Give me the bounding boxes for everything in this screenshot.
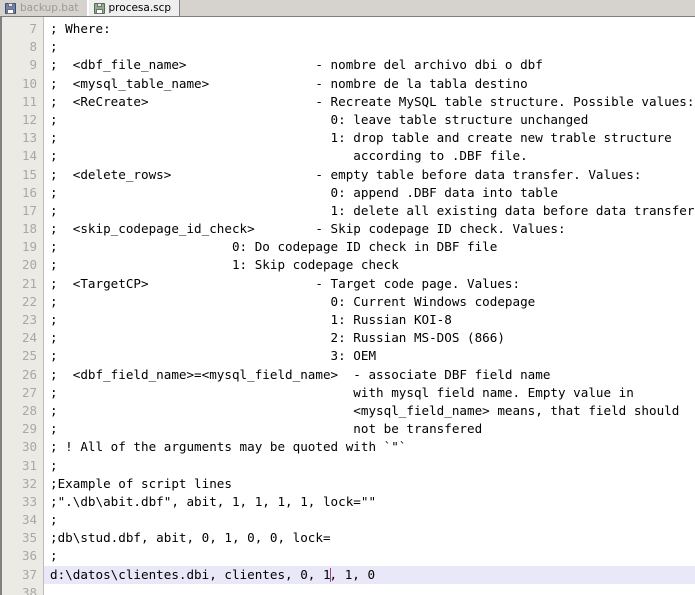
code-line[interactable]: ; Where: bbox=[50, 20, 695, 38]
code-line[interactable]: ; 3: OEM bbox=[50, 347, 695, 365]
code-editor-area[interactable]: 7 8 9 10 11 12 13 14 15 16 17 18 19 20 21 22 23 24 25 26 27 2… bbox=[0, 17, 695, 595]
line-number: 25 bbox=[21, 348, 37, 364]
code-line[interactable]: ; <mysql_table_name> - nombre de la tabl… bbox=[50, 75, 695, 93]
code-line[interactable]: ; <dbf_file_name> - nombre del archivo d… bbox=[50, 56, 695, 74]
line-number: 10 bbox=[21, 75, 37, 91]
line-number: 14 bbox=[21, 148, 37, 164]
line-number: 23 bbox=[21, 312, 37, 327]
line-number: 19 bbox=[21, 239, 37, 255]
line-number: 29 bbox=[21, 421, 37, 437]
line-number: 38 bbox=[21, 584, 37, 595]
tab-procesa-scp[interactable]: procesa.scp bbox=[87, 0, 181, 16]
code-line[interactable]: ; bbox=[50, 38, 695, 56]
line-number: 13 bbox=[21, 130, 37, 146]
line-number: 20 bbox=[21, 257, 37, 273]
code-text-pane[interactable]: ; Where:;; <dbf_file_name> - nombre del … bbox=[44, 17, 695, 595]
line-number: 8 bbox=[29, 39, 37, 55]
document-tab-bar: backup.bat procesa.scp bbox=[0, 0, 695, 17]
code-line[interactable]: ;Example of script lines bbox=[50, 475, 695, 493]
line-number: 12 bbox=[21, 111, 37, 127]
code-line-current[interactable]: d:\datos\clientes.dbi, clientes, 0, 1, 1… bbox=[44, 565, 695, 584]
code-line[interactable]: ; 1: drop table and create new trable st… bbox=[50, 129, 695, 147]
code-line[interactable]: ; bbox=[50, 457, 695, 475]
code-line[interactable]: ; ! All of the arguments may be quoted w… bbox=[50, 438, 695, 456]
line-number: 9 bbox=[29, 57, 37, 73]
line-number: 16 bbox=[21, 184, 37, 200]
floppy-disk-icon bbox=[5, 2, 16, 14]
line-number: 7 bbox=[29, 21, 37, 36]
tab-label: backup.bat bbox=[20, 2, 79, 14]
line-number: 26 bbox=[21, 366, 37, 382]
line-number: 31 bbox=[21, 457, 37, 473]
code-line[interactable]: ; 0: Current Windows codepage bbox=[50, 293, 695, 311]
code-line[interactable]: ; not be transfered bbox=[50, 420, 695, 438]
line-number: 17 bbox=[21, 202, 37, 218]
line-number: 36 bbox=[21, 548, 37, 564]
code-line[interactable]: ; 1: delete all existing data before dat… bbox=[50, 202, 695, 220]
code-line[interactable]: ;".\db\abit.dbf", abit, 1, 1, 1, 1, lock… bbox=[50, 493, 695, 511]
line-number: 33 bbox=[21, 493, 37, 509]
line-number: 37 bbox=[21, 566, 37, 582]
tab-label: procesa.scp bbox=[108, 2, 172, 14]
code-line[interactable]: ; <skip_codepage_id_check> - Skip codepa… bbox=[50, 220, 695, 238]
code-line[interactable]: ; <dbf_field_name>=<mysql_field_name> - … bbox=[50, 366, 695, 384]
line-number: 34 bbox=[21, 512, 37, 528]
code-line[interactable]: ; 2: Russian MS-DOS (866) bbox=[50, 329, 695, 347]
code-line[interactable]: ; <ReCreate> - Recreate MySQL table stru… bbox=[50, 93, 695, 111]
line-number: 22 bbox=[21, 293, 37, 309]
code-line[interactable]: ; 1: Skip codepage check bbox=[50, 256, 695, 274]
code-line[interactable]: ; with mysql field name. Empty value in bbox=[50, 384, 695, 402]
code-line[interactable]: ; 0: append .DBF data into table bbox=[50, 184, 695, 202]
code-line[interactable]: ; bbox=[50, 547, 695, 565]
text-editor-window: backup.bat procesa.scp 7 8 9 10 11 12 13 14 15 16… bbox=[0, 0, 695, 595]
tab-bar-filler bbox=[180, 0, 695, 16]
line-number-gutter: 7 8 9 10 11 12 13 14 15 16 17 18 19 20 21 22 23 24 25 26 27 2… bbox=[0, 17, 44, 595]
code-line[interactable]: ; <delete_rows> - empty table before dat… bbox=[50, 166, 695, 184]
code-line[interactable]: ; 0: Do codepage ID check in DBF file bbox=[50, 238, 695, 256]
code-line[interactable]: ; 0: leave table structure unchanged bbox=[50, 111, 695, 129]
text-caret bbox=[329, 567, 331, 582]
code-line[interactable]: ; <mysql_field_name> means, that field s… bbox=[50, 402, 695, 420]
line-number: 18 bbox=[21, 221, 37, 237]
tab-backup-bat[interactable]: backup.bat bbox=[0, 0, 88, 16]
code-line[interactable]: ; bbox=[50, 511, 695, 529]
line-number: 27 bbox=[21, 384, 37, 400]
line-number: 11 bbox=[21, 93, 37, 109]
line-number: 15 bbox=[21, 166, 37, 182]
code-line[interactable]: ; <TargetCP> - Target code page. Values: bbox=[50, 275, 695, 293]
line-number: 35 bbox=[21, 530, 37, 546]
code-line[interactable]: ; 1: Russian KOI-8 bbox=[50, 311, 695, 329]
line-number: 24 bbox=[21, 330, 37, 346]
floppy-disk-icon bbox=[93, 2, 105, 14]
code-line[interactable]: ;db\stud.dbf, abit, 0, 1, 0, 0, lock= bbox=[50, 529, 695, 547]
line-number: 28 bbox=[21, 402, 37, 418]
line-number: 30 bbox=[21, 439, 37, 455]
code-line[interactable]: ; according to .DBF file. bbox=[50, 147, 695, 165]
line-number: 21 bbox=[21, 275, 37, 291]
code-line[interactable] bbox=[50, 584, 695, 595]
line-number: 32 bbox=[21, 475, 37, 491]
